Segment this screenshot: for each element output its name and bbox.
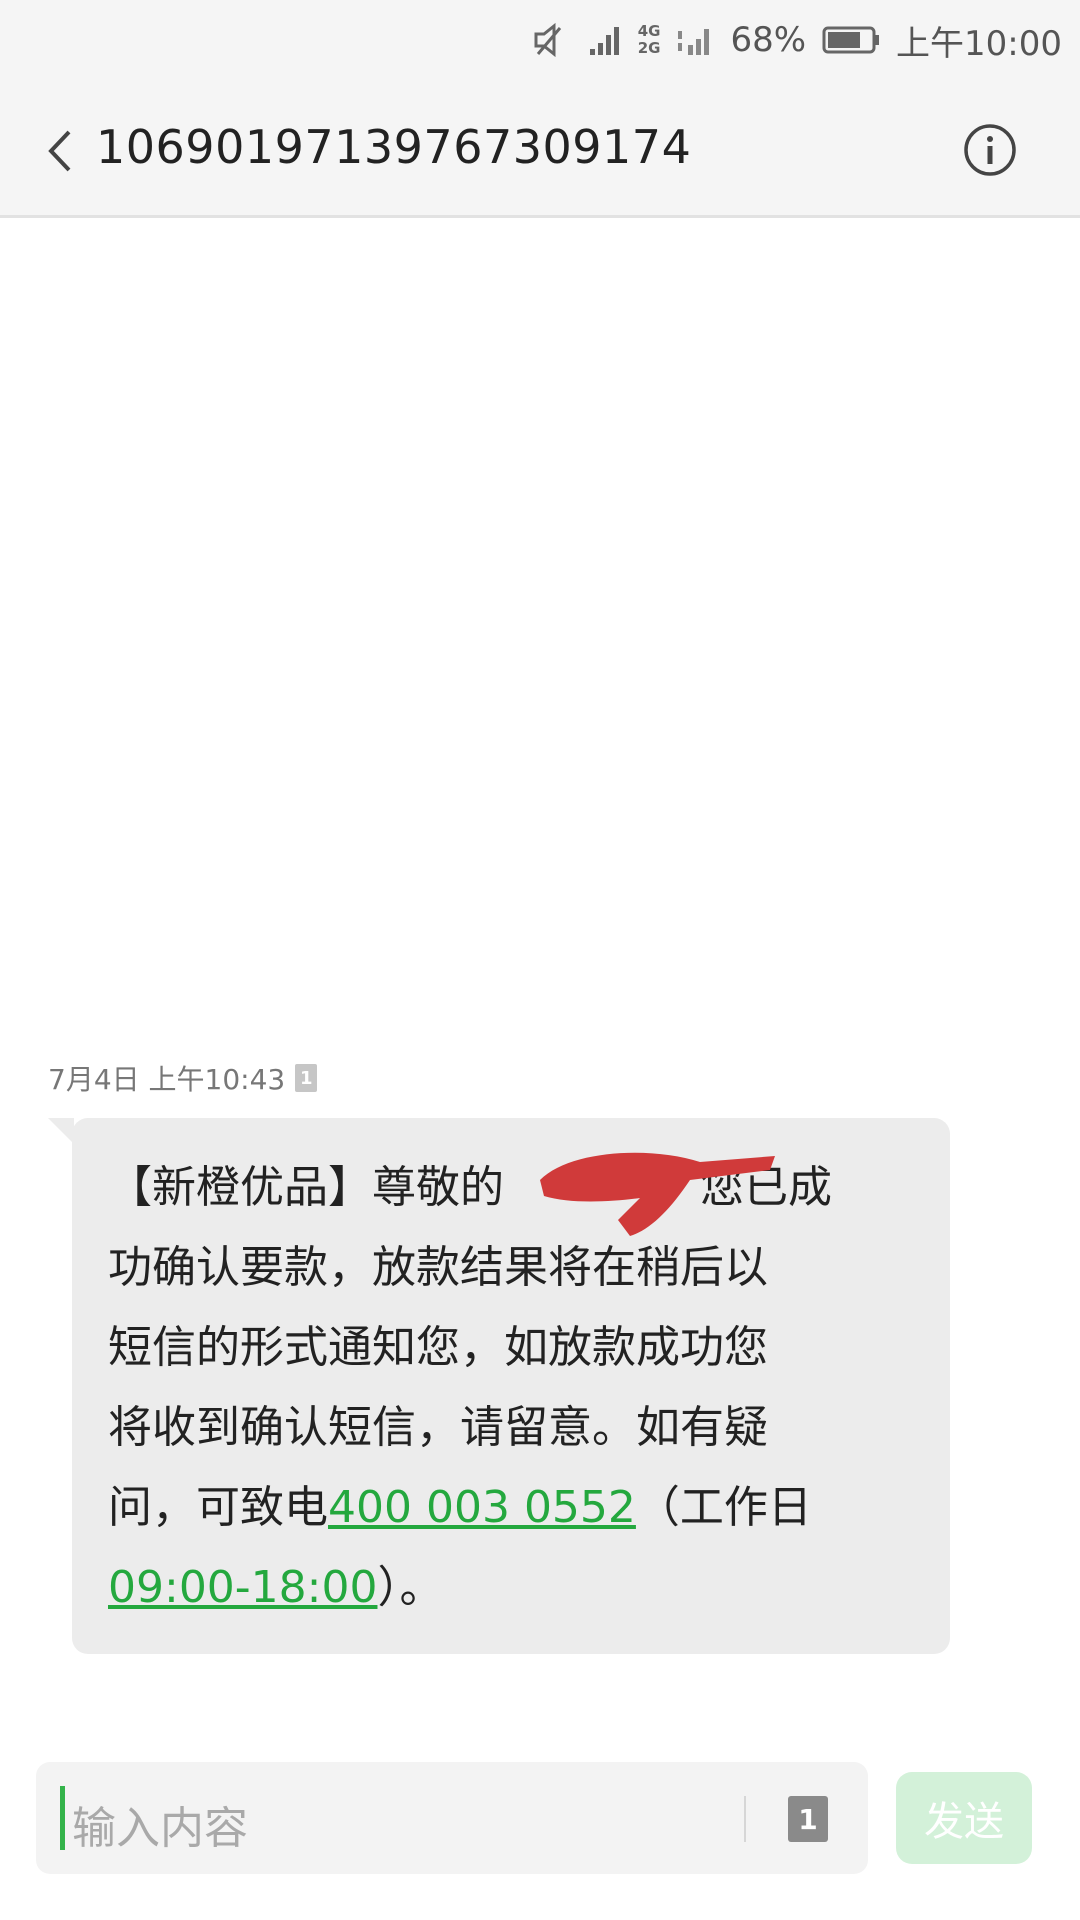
message-timestamp: 7月4日 上午10:43 1 [48,1058,318,1098]
network-2g-label: 2G [637,39,661,57]
status-bar: 4G 2G 68% 上午10:00 [0,0,1080,80]
info-button[interactable] [960,120,1020,180]
message-line-2: 功确认要款，放款结果将在稍后以 [108,1242,768,1293]
composer-divider [744,1796,746,1842]
mute-icon [532,22,572,58]
info-icon [964,124,1016,176]
message-bubble[interactable]: 【新橙优品】尊敬的 您已成 功确认要款，放款结果将在稍后以 短信的形式通知您，如放… [72,1118,950,1654]
sim-select-button[interactable]: 1 [788,1796,828,1842]
send-button[interactable]: 发送 [896,1772,1032,1864]
message-line-6: 09:00-18:00）。 [108,1548,918,1628]
battery-percentage: 68% [730,20,807,60]
clock: 上午10:00 [896,23,1062,64]
sender-number: 106901971397673091​74 [96,120,692,174]
network-4g-label: 4G [637,22,661,40]
message-text-segment: 问，可致电 [108,1482,328,1533]
message-line-5: 问，可致电400 003 0552（工作日 [108,1468,918,1548]
redaction-scribble [540,1152,775,1236]
signal-icon [588,23,622,57]
conversation-header: 106901971397673091​74 [0,80,1080,218]
sms-conversation-screen: 4G 2G 68% 上午10:00 106901971397673091​74 … [0,0,1080,1920]
message-line-4: 将收到确认短信，请留意。如有疑 [108,1402,768,1453]
back-button[interactable] [30,116,90,186]
message-body: 【新橙优品】尊敬的 您已成 功确认要款，放款结果将在稍后以 短信的形式通知您，如放… [108,1148,918,1628]
chevron-left-icon [48,130,71,172]
message-input[interactable]: 输入内容 [72,1792,248,1856]
sim-badge: 1 [295,1064,318,1092]
message-text-segment: （工作日 [635,1482,812,1533]
phone-number-link[interactable]: 400 003 0552 [328,1482,636,1533]
message-text-segment: ）。 [377,1562,444,1613]
message-line-3: 短信的形式通知您，如放款成功您 [108,1322,768,1373]
text-cursor [60,1786,65,1850]
bubble-tail [48,1118,74,1144]
time-range-link[interactable]: 09:00-18:00 [108,1562,377,1613]
battery-icon [822,25,880,55]
network-type: 4G 2G [638,23,661,57]
message-composer[interactable]: 输入内容 1 [36,1762,868,1874]
dual-signal-icon [676,23,714,57]
timestamp-text: 7月4日 上午10:43 [48,1063,286,1096]
message-text-segment: 【新橙优品】尊敬的 [108,1162,504,1213]
message-line-1: 【新橙优品】尊敬的 您已成 [108,1148,918,1228]
